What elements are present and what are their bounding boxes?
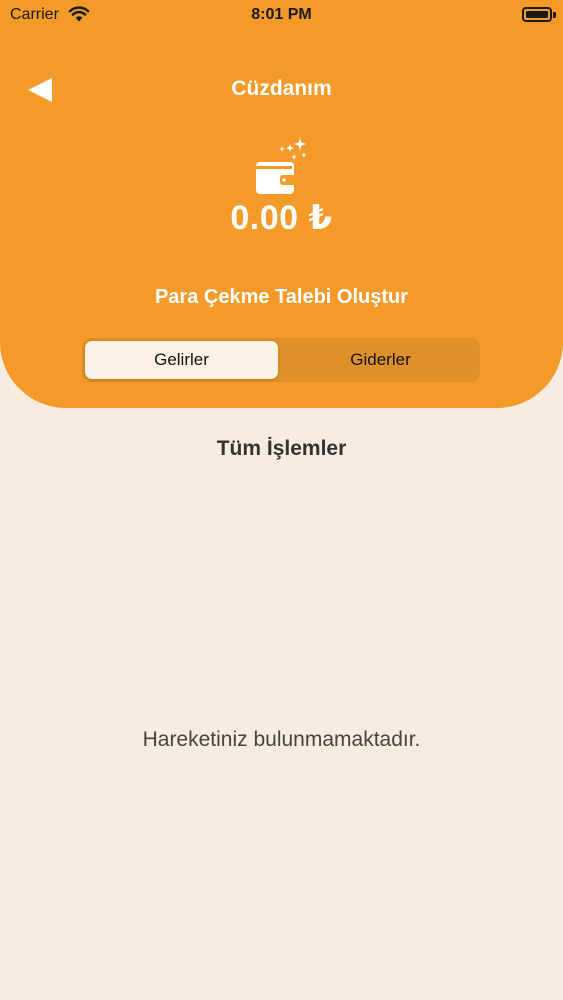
page-title: Cüzdanım — [231, 77, 332, 100]
section-title: Tüm İşlemler — [216, 437, 347, 460]
empty-state-message: Hareketiniz bulunmamaktadır. — [142, 728, 421, 751]
income-expense-segmented-control: Gelirler Giderler — [82, 338, 480, 382]
wallet-screen: Carrier 8:01 PM Cüzdanım 0.00 ₺ Para Çek… — [0, 0, 563, 1000]
wallet-sparkle-icon — [256, 138, 307, 194]
tab-expense[interactable]: Giderler — [284, 341, 477, 379]
tab-income[interactable]: Gelirler — [85, 341, 278, 379]
status-bar: Carrier 8:01 PM — [0, 0, 563, 30]
withdraw-request-button[interactable]: Para Çekme Talebi Oluştur — [100, 280, 463, 314]
clock: 8:01 PM — [251, 6, 312, 23]
battery-icon — [522, 7, 552, 22]
battery-tip — [553, 12, 556, 18]
wallet-balance: 0.00 ₺ — [230, 199, 333, 237]
wallet-header: Carrier 8:01 PM Cüzdanım 0.00 ₺ Para Çek… — [0, 0, 563, 408]
